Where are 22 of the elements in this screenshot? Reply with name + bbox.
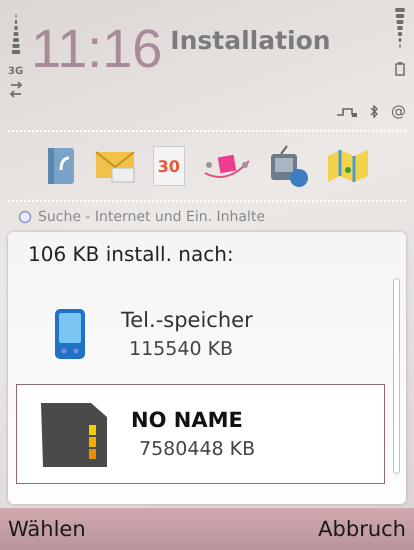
bluetooth-icon — [370, 105, 379, 118]
usb-connection-icon — [336, 106, 358, 118]
scrollbar[interactable] — [393, 278, 400, 474]
memory-option[interactable]: NO NAME 7580448 KB — [16, 384, 385, 484]
tv-globe-icon[interactable] — [269, 144, 310, 188]
battery-icon — [395, 62, 405, 76]
memory-name: Tel.-speicher — [121, 308, 253, 332]
search-field[interactable]: Suche - Internet und Ein. Inhalte — [38, 209, 396, 225]
free-space-label: 7580448 KB — [138, 438, 256, 460]
cancel-softkey[interactable]: Abbruch — [312, 517, 412, 541]
clock-time: 11:16 — [31, 18, 162, 80]
free-space-label: 115540 KB — [128, 338, 234, 360]
dialog-heading: 106 KB install. nach: — [27, 241, 235, 268]
network-type-label: 3G — [8, 66, 24, 77]
email-indicator: @ — [391, 104, 406, 119]
select-softkey[interactable]: Wählen — [2, 517, 92, 541]
phone-icon — [53, 307, 87, 361]
memory-option[interactable]: Tel.-speicher 115540 KB — [16, 284, 385, 384]
memory-name: NO NAME — [131, 408, 244, 432]
data-transfer-icon — [10, 81, 22, 99]
search-icon — [18, 210, 32, 224]
screen-title: Installation — [170, 26, 331, 56]
